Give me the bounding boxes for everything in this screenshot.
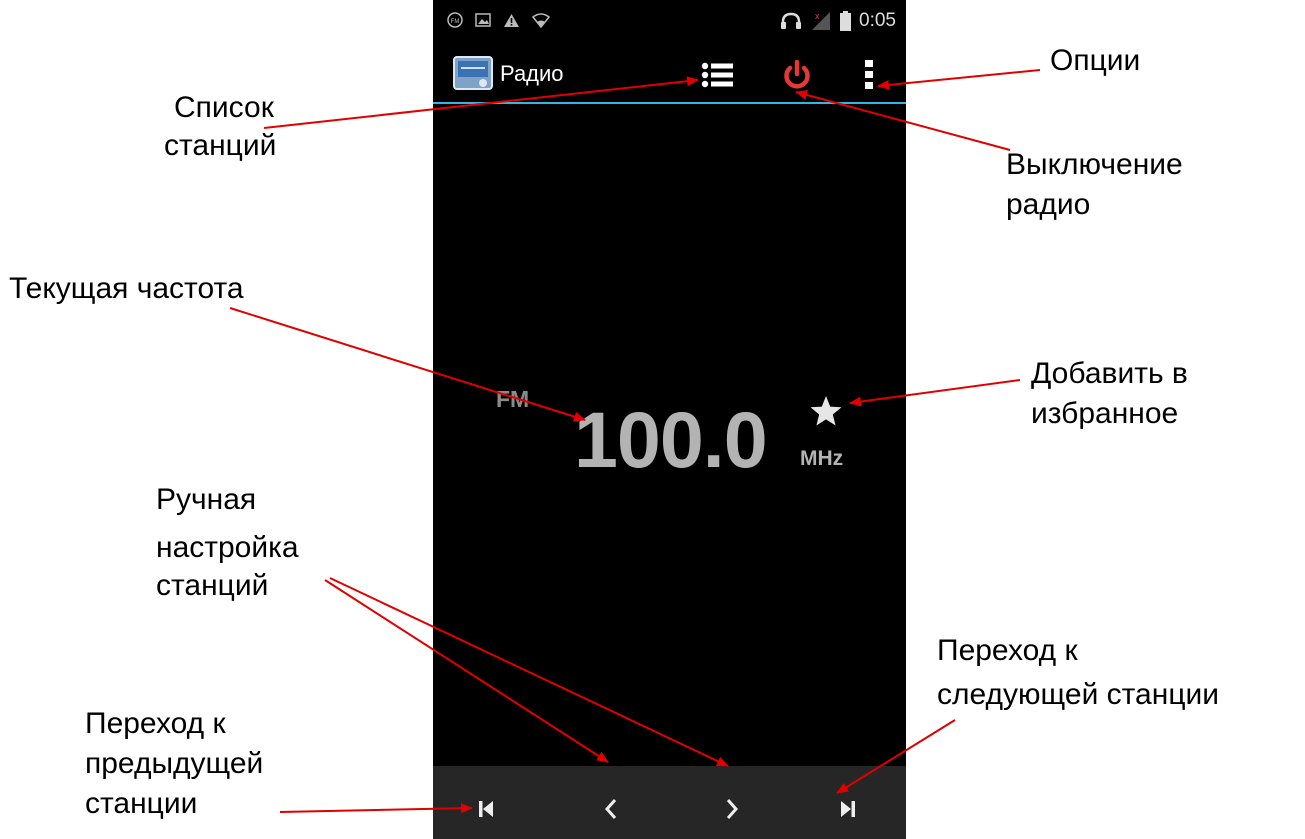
station-list-icon: [701, 62, 733, 88]
annotation-prev-station-line2: предыдущей: [85, 747, 264, 780]
annotation-power-off-line1: Выключение: [1006, 148, 1183, 181]
tune-down-button[interactable]: [589, 789, 633, 829]
wifi-icon: [532, 12, 550, 28]
power-icon: [784, 59, 810, 89]
band-label: FM: [496, 386, 530, 412]
annotation-current-frequency: Текущая частота: [9, 272, 244, 305]
headphones-icon: [781, 12, 802, 29]
gallery-icon: [475, 13, 491, 27]
prev-station-button[interactable]: [464, 789, 508, 829]
no-signal-icon: x: [812, 11, 831, 30]
annotation-manual-tuning-line3: станций: [156, 569, 269, 602]
annotation-power-off-line2: радио: [1006, 188, 1091, 221]
tune-up-button[interactable]: [710, 789, 754, 829]
chevron-left-icon: [604, 799, 617, 819]
svg-text:x: x: [815, 11, 820, 21]
action-bar-divider: [433, 102, 906, 104]
annotation-prev-station-line3: станции: [85, 787, 198, 820]
power-button[interactable]: [775, 55, 819, 95]
annotation-station-list-line1: Список: [174, 91, 274, 124]
radio-app-icon[interactable]: [453, 53, 493, 93]
fm-notification-icon: FM: [447, 12, 463, 28]
frequency-value: 100.0: [574, 395, 768, 484]
phone-screen: FM x 0:05 Радио FM 100.0 MHz: [433, 0, 906, 839]
app-title: Радио: [500, 61, 564, 86]
skip-next-icon: [841, 801, 855, 817]
station-list-button[interactable]: [695, 55, 739, 95]
annotation-prev-station-line1: Переход к: [85, 707, 226, 740]
frequency-unit: MHz: [800, 447, 844, 470]
svg-text:FM: FM: [451, 19, 460, 25]
battery-icon: [840, 11, 852, 31]
annotation-station-list-line2: станций: [164, 129, 277, 162]
skip-previous-icon: [479, 801, 493, 817]
chevron-right-icon: [726, 799, 739, 819]
next-station-button[interactable]: [826, 789, 870, 829]
annotation-manual-tuning-line2: настройка: [156, 531, 299, 564]
status-bar: FM x 0:05: [433, 0, 906, 40]
annotation-options: Опции: [1050, 44, 1141, 77]
warning-icon: [504, 13, 519, 27]
annotation-add-favorite-line2: избранное: [1031, 397, 1179, 430]
annotation-manual-tuning-line1: Ручная: [156, 483, 257, 516]
overflow-menu-icon: [865, 60, 873, 89]
status-time: 0:05: [859, 10, 896, 31]
annotation-next-station-line2: следующей станции: [937, 678, 1220, 711]
annotation-add-favorite-line1: Добавить в: [1031, 357, 1188, 390]
annotation-next-station-line1: Переход к: [937, 634, 1078, 667]
star-icon[interactable]: [809, 395, 843, 427]
overflow-menu-button[interactable]: [847, 55, 891, 95]
